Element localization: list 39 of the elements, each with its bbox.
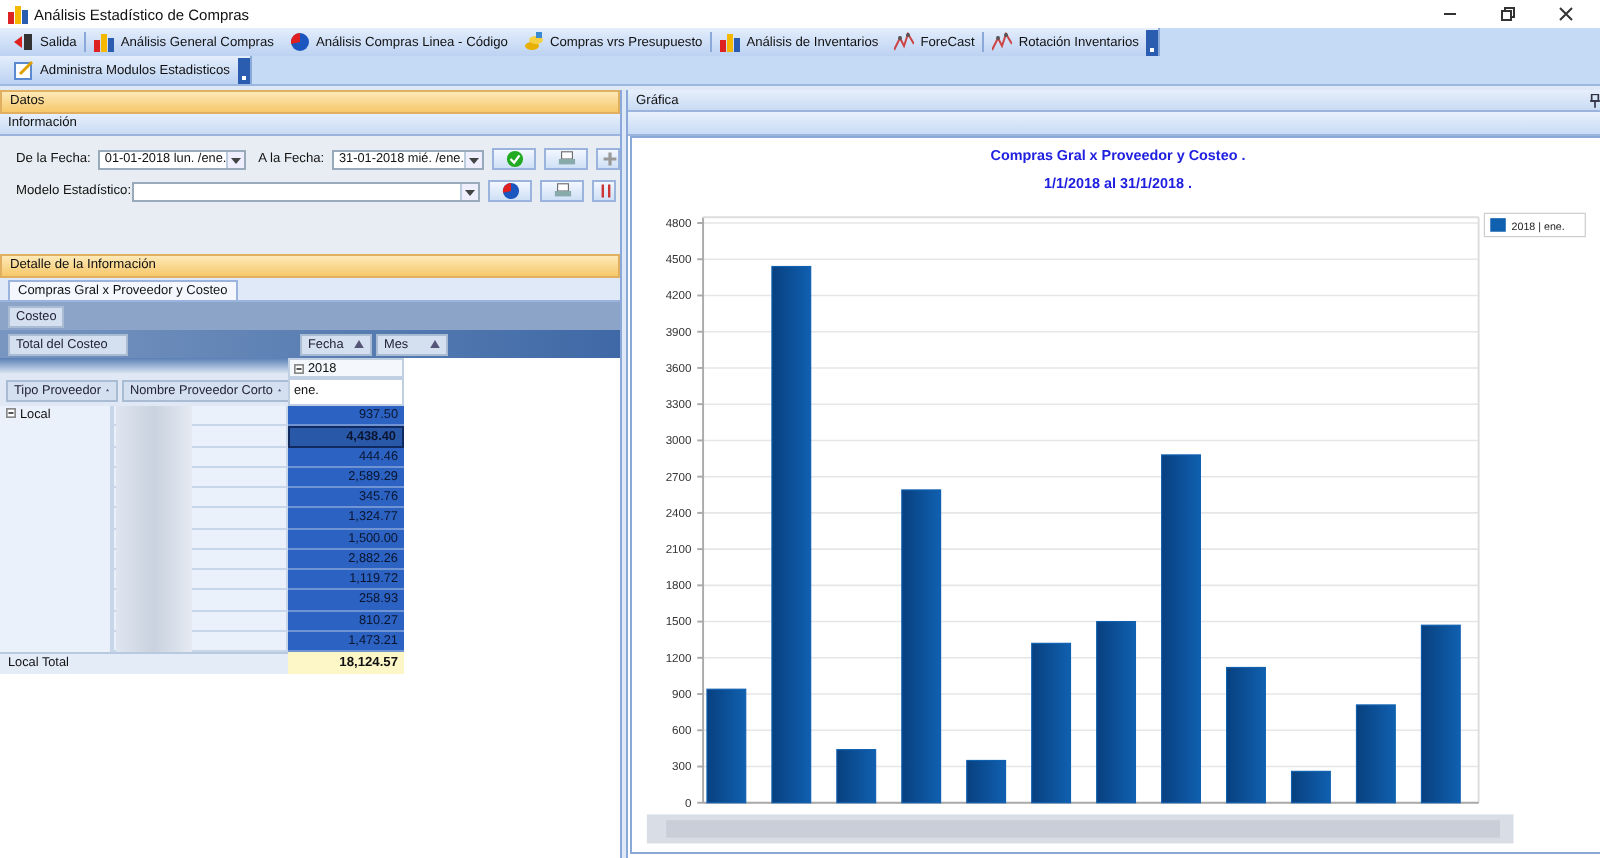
pin-icon[interactable] (1590, 93, 1600, 107)
overflow-icon[interactable] (1146, 29, 1159, 55)
line-chart-icon (894, 32, 915, 52)
check-icon (505, 150, 523, 168)
pie-chart-icon (289, 32, 310, 52)
line-chart-icon (992, 32, 1013, 52)
bar-chart-icon (94, 32, 115, 52)
printer-icon (557, 150, 575, 168)
collapse-icon[interactable] (294, 363, 304, 373)
sort-icon (430, 340, 440, 348)
coins-icon (523, 32, 544, 52)
sort-icon (354, 340, 364, 348)
close-icon[interactable] (1558, 6, 1574, 22)
restore-icon[interactable] (1500, 6, 1516, 22)
add-button[interactable] (596, 148, 620, 170)
caret-icon (464, 151, 482, 167)
tools-icon (598, 182, 614, 200)
overflow-icon[interactable] (237, 57, 250, 83)
print-button[interactable] (540, 180, 584, 202)
bar (1290, 771, 1331, 805)
bar (966, 760, 1007, 805)
accept-button[interactable] (492, 148, 536, 170)
edit-icon (14, 60, 34, 80)
bar (836, 749, 877, 805)
caret-icon (226, 151, 245, 167)
plus-icon (602, 150, 618, 168)
caret-icon (460, 183, 478, 199)
bar (1355, 705, 1396, 805)
pie-chart-icon (501, 182, 519, 200)
printer-icon (553, 182, 571, 200)
bar-chart-icon (720, 32, 741, 52)
print-button[interactable] (544, 148, 588, 170)
tools-button[interactable] (592, 180, 616, 202)
bar-chart-icon (8, 4, 28, 24)
bar (706, 689, 747, 805)
bar (1226, 667, 1266, 805)
chart-button[interactable] (488, 180, 532, 202)
collapse-icon[interactable] (6, 408, 16, 418)
exit-icon (14, 32, 34, 52)
